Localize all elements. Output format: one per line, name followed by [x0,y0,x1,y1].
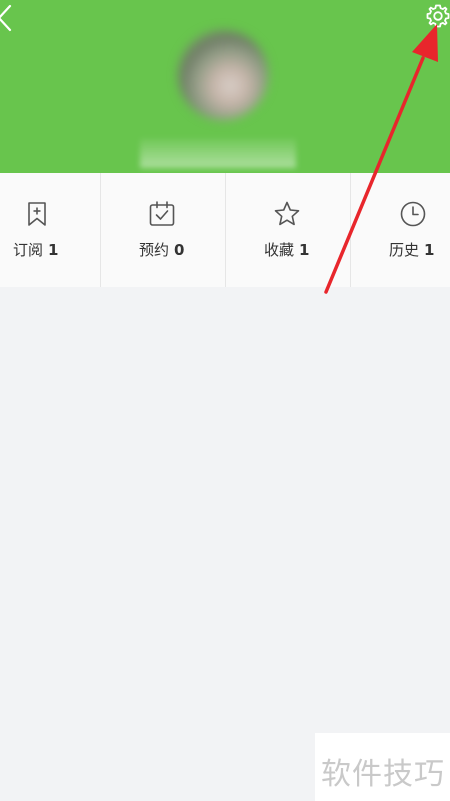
tab-history-count: 1 [424,241,435,259]
tab-favorites[interactable]: 收藏 1 [226,173,350,287]
profile-header [0,0,450,173]
tab-reservation-count: 0 [174,241,185,259]
tab-reservation[interactable]: 预约 0 [101,173,225,287]
tab-subscribe-text: 订阅 [13,241,44,259]
activity-tab-bar: 订阅 1 预约 0 收藏 1 历史 1 [0,173,450,287]
watermark: 软件技巧 [315,733,450,801]
tab-history-label: 历史 1 [389,239,434,260]
clock-icon [400,201,426,227]
back-button[interactable] [0,2,16,34]
tab-history-text: 历史 [389,241,420,259]
bookmark-plus-icon [28,202,46,226]
tab-history[interactable]: 历史 1 [351,173,450,287]
tab-subscribe[interactable]: 订阅 1 [0,173,100,287]
username-blurred [140,138,296,168]
star-icon [274,201,300,226]
chevron-left-icon [0,4,12,32]
tab-subscribe-label: 订阅 1 [13,239,58,260]
tab-favorites-label: 收藏 1 [264,239,309,260]
tab-reservation-text: 预约 [139,241,170,259]
avatar[interactable] [178,30,268,120]
gear-icon [426,4,450,28]
tab-subscribe-count: 1 [48,241,59,259]
calendar-check-icon [149,201,175,226]
tab-reservation-label: 预约 0 [139,239,184,260]
tab-favorites-text: 收藏 [264,241,295,259]
watermark-text: 软件技巧 [321,757,445,792]
settings-button[interactable] [425,3,450,29]
tab-favorites-count: 1 [299,241,310,259]
